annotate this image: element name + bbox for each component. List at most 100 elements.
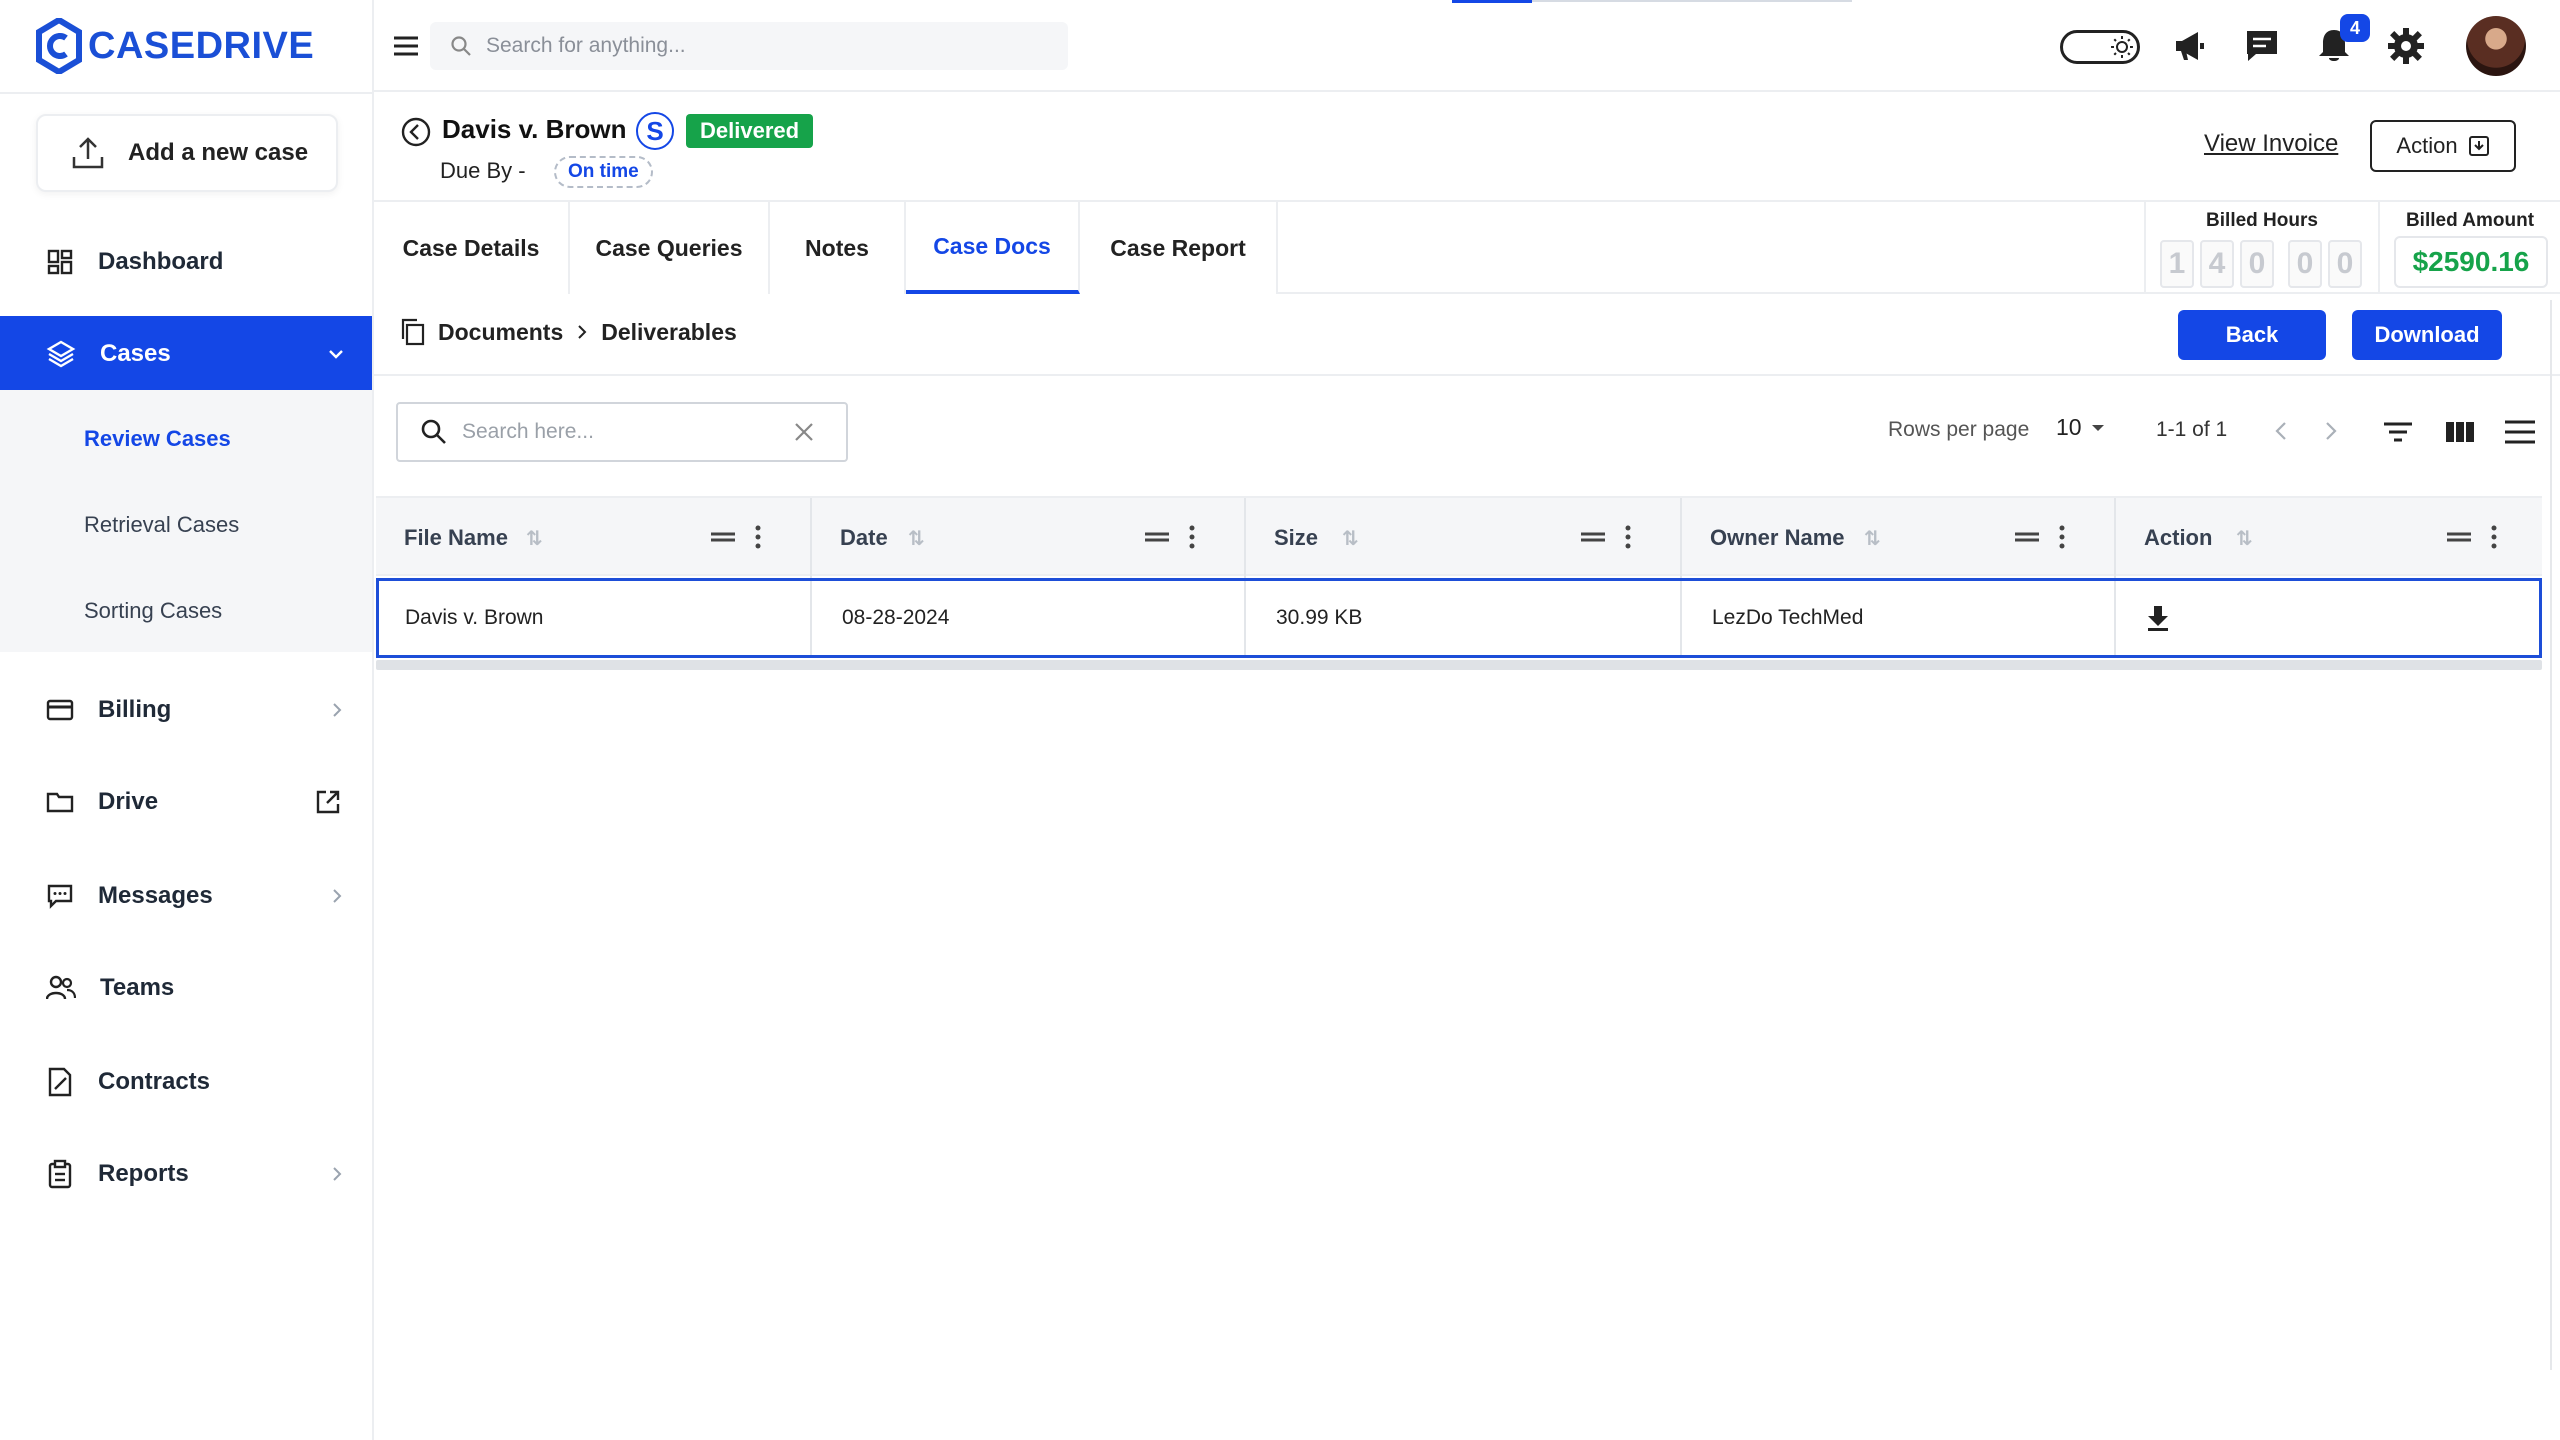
hours-digit: 1: [2160, 240, 2194, 288]
breadcrumb-deliverables: Deliverables: [601, 318, 737, 345]
column-header-owner-name[interactable]: Owner Name ⇅: [1682, 498, 2116, 578]
action-button-label: Action: [2396, 133, 2458, 158]
sidebar-item-label: Billing: [98, 696, 172, 723]
cell-file-name: Davis v. Brown: [379, 581, 812, 655]
cell-size: 30.99 KB: [1246, 581, 1682, 655]
export-icon: [2468, 136, 2489, 156]
table-search-input[interactable]: [462, 420, 782, 444]
submenu-retrieval-cases[interactable]: Retrieval Cases: [84, 512, 239, 538]
sidebar-item-reports[interactable]: Reports: [0, 1136, 372, 1212]
prev-page-icon[interactable]: [2266, 414, 2296, 448]
sort-icon[interactable]: ⇅: [1864, 526, 1881, 551]
sort-icon[interactable]: ⇅: [526, 526, 543, 551]
drag-handle-icon[interactable]: [1580, 530, 1606, 544]
billed-hours-digits: 1 4 0 0 0: [2160, 240, 2362, 288]
table-row[interactable]: Davis v. Brown 08-28-2024 30.99 KB LezDo…: [376, 578, 2542, 658]
brand-logo[interactable]: CASEDRIVE: [36, 16, 314, 76]
gear-icon[interactable]: [2386, 26, 2426, 66]
hours-digit: 0: [2240, 240, 2274, 288]
submenu-review-cases[interactable]: Review Cases: [84, 426, 231, 452]
view-invoice-link[interactable]: View Invoice: [2204, 130, 2338, 158]
tab-notes[interactable]: Notes: [770, 202, 906, 294]
more-vertical-icon[interactable]: [2058, 524, 2066, 550]
table-header: File Name ⇅ Date ⇅ Size ⇅ Owner Name ⇅ A…: [376, 496, 2542, 578]
horizontal-scrollbar[interactable]: [376, 660, 2542, 670]
drag-handle-icon[interactable]: [2446, 530, 2472, 544]
sidebar-item-teams[interactable]: Teams: [0, 950, 372, 1026]
sidebar-item-messages[interactable]: Messages: [0, 858, 372, 934]
more-vertical-icon[interactable]: [1624, 524, 1632, 550]
users-icon: [46, 975, 76, 1000]
download-button[interactable]: Download: [2352, 310, 2502, 360]
layers-icon: [46, 340, 76, 368]
more-vertical-icon[interactable]: [754, 524, 762, 550]
table-search[interactable]: [396, 402, 848, 462]
sidebar-item-contracts[interactable]: Contracts: [0, 1044, 372, 1120]
tab-case-docs[interactable]: Case Docs: [906, 202, 1080, 294]
tab-case-report[interactable]: Case Report: [1080, 202, 1278, 294]
minutes-digit: 0: [2328, 240, 2362, 288]
external-link-icon[interactable]: [314, 788, 342, 816]
cell-date: 08-28-2024: [812, 581, 1246, 655]
more-vertical-icon[interactable]: [1188, 524, 1196, 550]
sidebar-item-billing[interactable]: Billing: [0, 672, 372, 748]
add-new-case-button[interactable]: Add a new case: [36, 114, 338, 192]
sidebar-item-label: Reports: [98, 1160, 189, 1187]
submenu-sorting-cases[interactable]: Sorting Cases: [84, 598, 222, 624]
back-button[interactable]: Back: [2178, 310, 2326, 360]
drag-handle-icon[interactable]: [2014, 530, 2040, 544]
megaphone-icon[interactable]: [2170, 26, 2210, 66]
cases-submenu: Review Cases Retrieval Cases Sorting Cas…: [0, 390, 372, 652]
case-tabs: Case Details Case Queries Notes Case Doc…: [374, 202, 2560, 294]
folder-icon: [46, 792, 74, 813]
vertical-scroll-track[interactable]: [2550, 300, 2552, 1370]
back-arrow-icon[interactable]: [400, 116, 432, 148]
rows-per-page-value: 10: [2056, 414, 2082, 440]
breadcrumb-documents[interactable]: Documents: [438, 319, 563, 346]
sidebar-item-cases[interactable]: Cases: [0, 316, 372, 392]
global-search-input[interactable]: [486, 34, 1046, 58]
sidebar-item-dashboard[interactable]: Dashboard: [0, 224, 372, 300]
columns-icon[interactable]: [2442, 414, 2478, 450]
sort-icon[interactable]: ⇅: [2236, 526, 2253, 551]
sidebar-item-drive[interactable]: Drive: [0, 764, 372, 840]
drag-handle-icon[interactable]: [710, 530, 736, 544]
sort-icon[interactable]: ⇅: [1342, 526, 1359, 551]
due-status-badge: On time: [554, 156, 653, 188]
brand-name: CASEDRIVE: [88, 24, 315, 67]
column-label: File Name: [404, 525, 508, 550]
more-vertical-icon[interactable]: [2490, 524, 2498, 550]
add-new-case-label: Add a new case: [128, 139, 309, 166]
search-icon: [421, 419, 446, 444]
close-icon[interactable]: [792, 420, 816, 444]
user-avatar[interactable]: [2466, 16, 2526, 76]
global-search[interactable]: [430, 22, 1068, 70]
density-icon[interactable]: [2502, 414, 2538, 450]
sort-icon[interactable]: ⇅: [908, 526, 925, 551]
tab-case-queries[interactable]: Case Queries: [570, 202, 770, 294]
download-icon[interactable]: [2146, 604, 2170, 632]
theme-toggle[interactable]: [2060, 30, 2140, 64]
due-by-label: Due By -: [440, 158, 526, 183]
hamburger-menu-icon[interactable]: [388, 28, 424, 64]
sidebar: CASEDRIVE Add a new case Dashboard Cases…: [0, 0, 374, 1440]
column-header-file-name[interactable]: File Name ⇅: [376, 498, 812, 578]
drag-handle-icon[interactable]: [1144, 530, 1170, 544]
chat-icon[interactable]: [2242, 26, 2282, 66]
tab-case-details[interactable]: Case Details: [374, 202, 570, 294]
column-header-date[interactable]: Date ⇅: [812, 498, 1246, 578]
topbar: 4: [374, 0, 2560, 92]
credit-card-icon: [46, 699, 74, 721]
minutes-digit: 0: [2288, 240, 2322, 288]
loading-track: [1532, 0, 1852, 2]
column-label: Size: [1274, 525, 1319, 550]
filter-icon[interactable]: [2380, 414, 2416, 450]
action-button[interactable]: Action: [2370, 120, 2516, 172]
rows-per-page-select[interactable]: 10: [2056, 414, 2106, 441]
next-page-icon[interactable]: [2316, 414, 2346, 448]
sidebar-divider: [0, 92, 374, 94]
billed-amount-panel: Billed Amount $2590.16: [2380, 202, 2560, 294]
column-header-size[interactable]: Size ⇅: [1246, 498, 1682, 578]
column-header-action[interactable]: Action ⇅: [2116, 498, 2542, 578]
billed-hours-panel: Billed Hours 1 4 0 0 0: [2144, 202, 2380, 294]
